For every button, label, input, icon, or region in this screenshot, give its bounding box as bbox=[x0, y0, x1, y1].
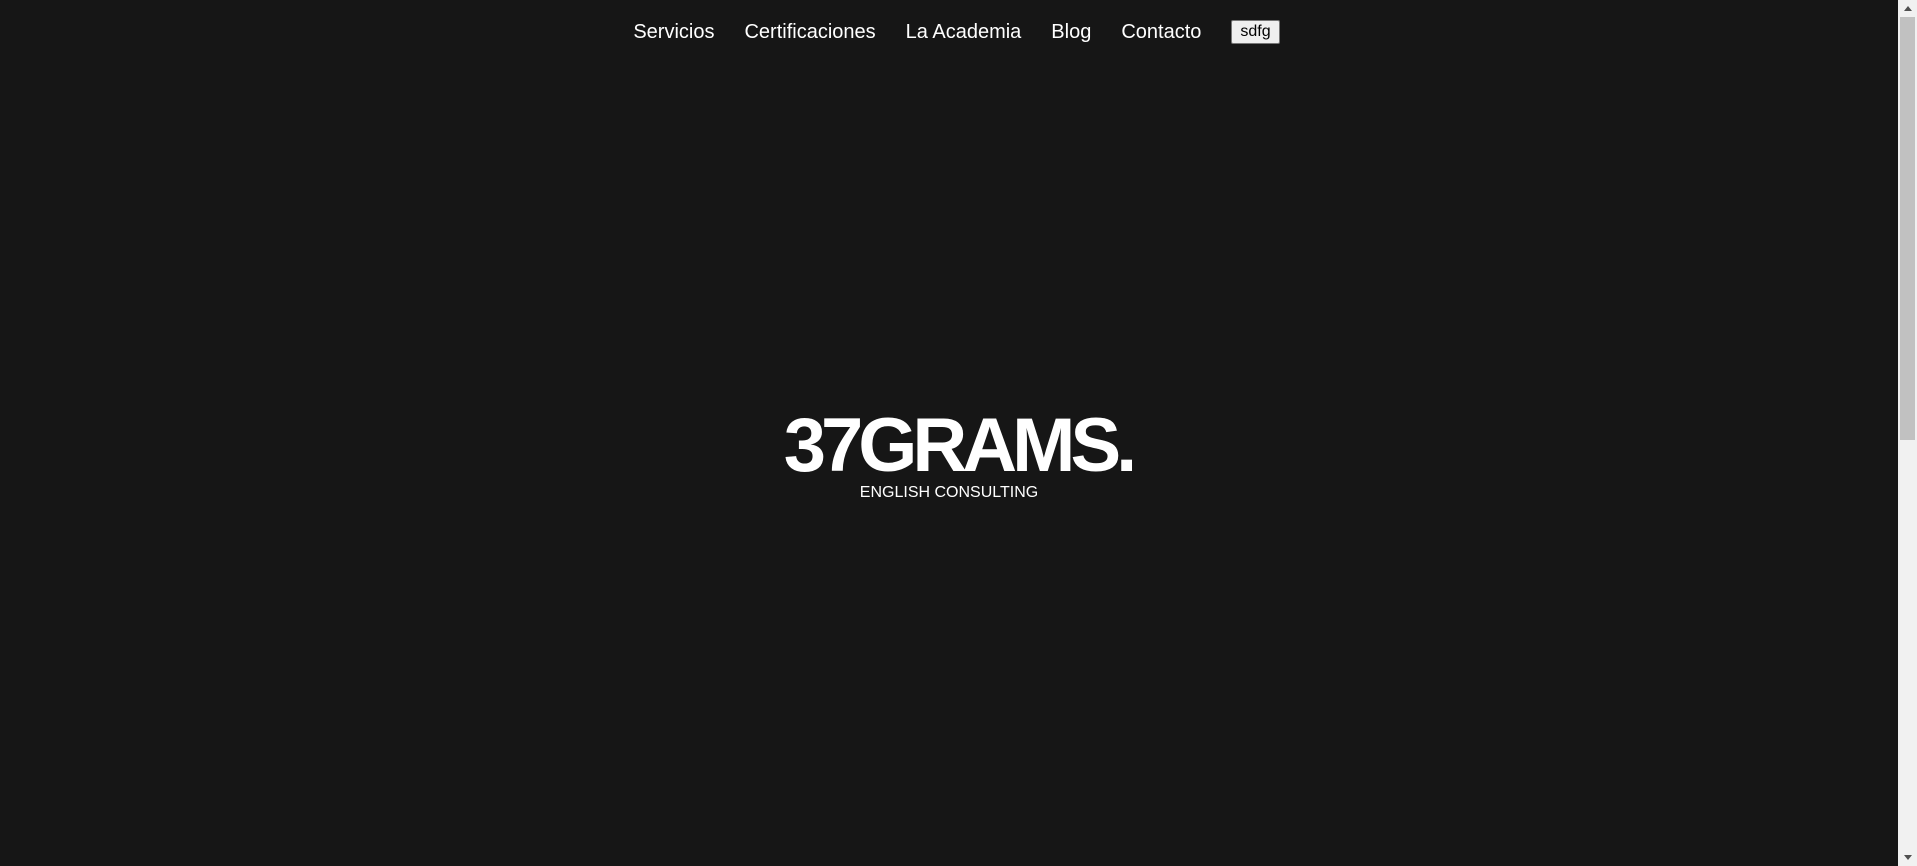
scroll-down-arrow[interactable] bbox=[1898, 849, 1917, 866]
scroll-up-arrow[interactable] bbox=[1898, 0, 1917, 17]
page: Servicios Certificaciones La Academia Bl… bbox=[0, 0, 1917, 866]
brand-tagline: ENGLISH CONSULTING bbox=[859, 484, 1039, 501]
arrow-down-icon bbox=[1903, 855, 1912, 860]
nav-button[interactable]: sdfg bbox=[1231, 20, 1280, 44]
hero: 37GRAMS. ENGLISH CONSULTING bbox=[0, 403, 1898, 502]
nav-item-servicios[interactable]: Servicios bbox=[633, 20, 714, 44]
top-navigation: Servicios Certificaciones La Academia Bl… bbox=[0, 0, 1898, 64]
arrow-up-icon bbox=[1903, 6, 1912, 11]
nav-item-la-academia[interactable]: La Academia bbox=[906, 20, 1022, 44]
nav-item-certificaciones[interactable]: Certificaciones bbox=[744, 20, 875, 44]
vertical-scrollbar[interactable] bbox=[1898, 0, 1917, 866]
nav-item-contacto[interactable]: Contacto bbox=[1121, 20, 1201, 44]
nav-item-blog[interactable]: Blog bbox=[1051, 20, 1091, 44]
scrollbar-thumb[interactable] bbox=[1900, 17, 1915, 440]
brand-logo: 37GRAMS. bbox=[783, 403, 1138, 488]
